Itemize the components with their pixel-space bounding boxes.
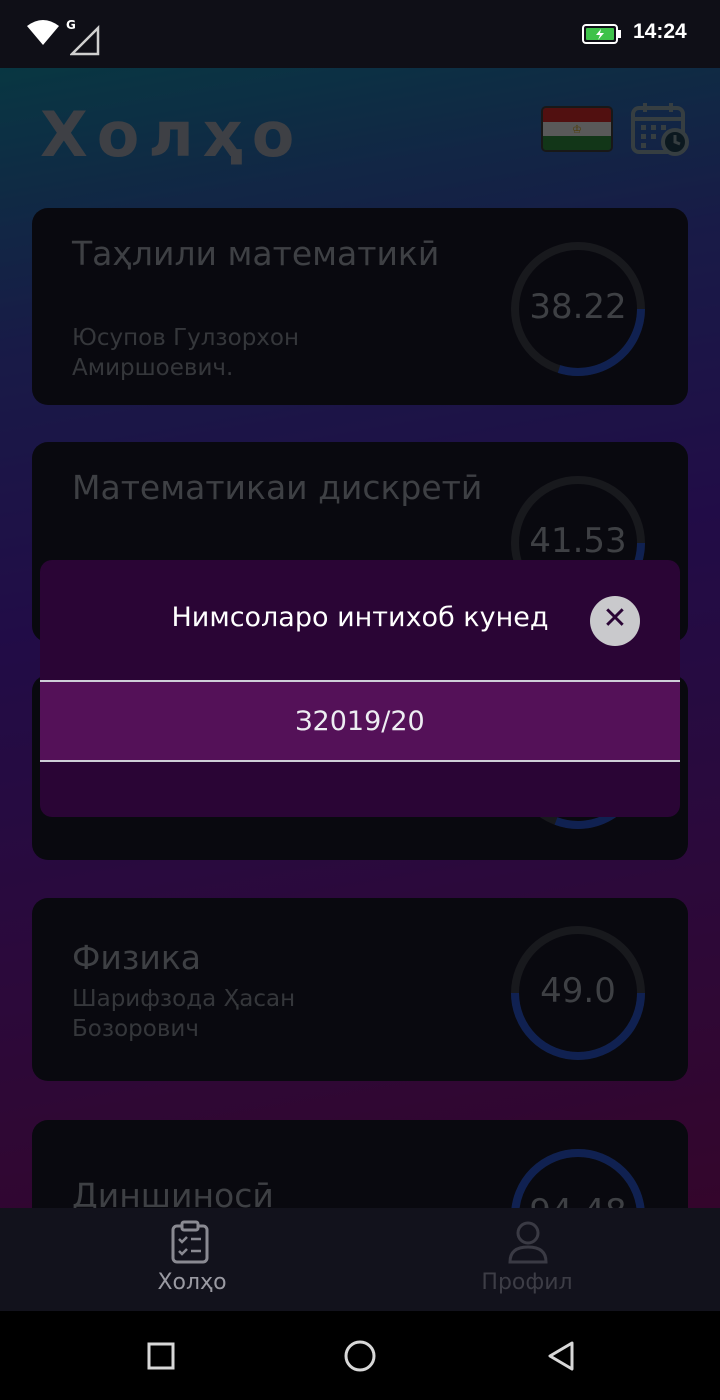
- system-navigation-bar: [0, 1311, 720, 1400]
- tab-label: Профил: [481, 1270, 573, 1295]
- close-button[interactable]: ✕: [590, 596, 640, 646]
- back-icon[interactable]: [546, 1340, 576, 1372]
- semester-option-label: З2019/20: [295, 706, 425, 737]
- divider: [40, 760, 680, 762]
- dialog-title: Нимсоларо интихоб кунед: [171, 602, 549, 633]
- tab-grades[interactable]: Холҳо: [12, 1208, 372, 1311]
- user-icon: [508, 1221, 548, 1264]
- home-icon[interactable]: [343, 1339, 377, 1373]
- clock: 14:24: [633, 20, 687, 43]
- recents-icon[interactable]: [146, 1341, 176, 1371]
- close-icon: ✕: [602, 601, 628, 636]
- tab-label: Холҳо: [157, 1270, 227, 1295]
- wifi-icon: [27, 20, 59, 45]
- clipboard-checklist-icon: [171, 1220, 209, 1264]
- semester-picker-dialog: Нимсоларо интихоб кунед ✕ З2019/20: [40, 560, 680, 817]
- status-bar: G 14:24: [0, 0, 720, 68]
- tab-profile[interactable]: Профил: [347, 1208, 707, 1311]
- bottom-navigation: Холҳо Профил: [0, 1208, 720, 1311]
- battery-icon: [582, 24, 621, 44]
- semester-option[interactable]: З2019/20: [40, 682, 680, 760]
